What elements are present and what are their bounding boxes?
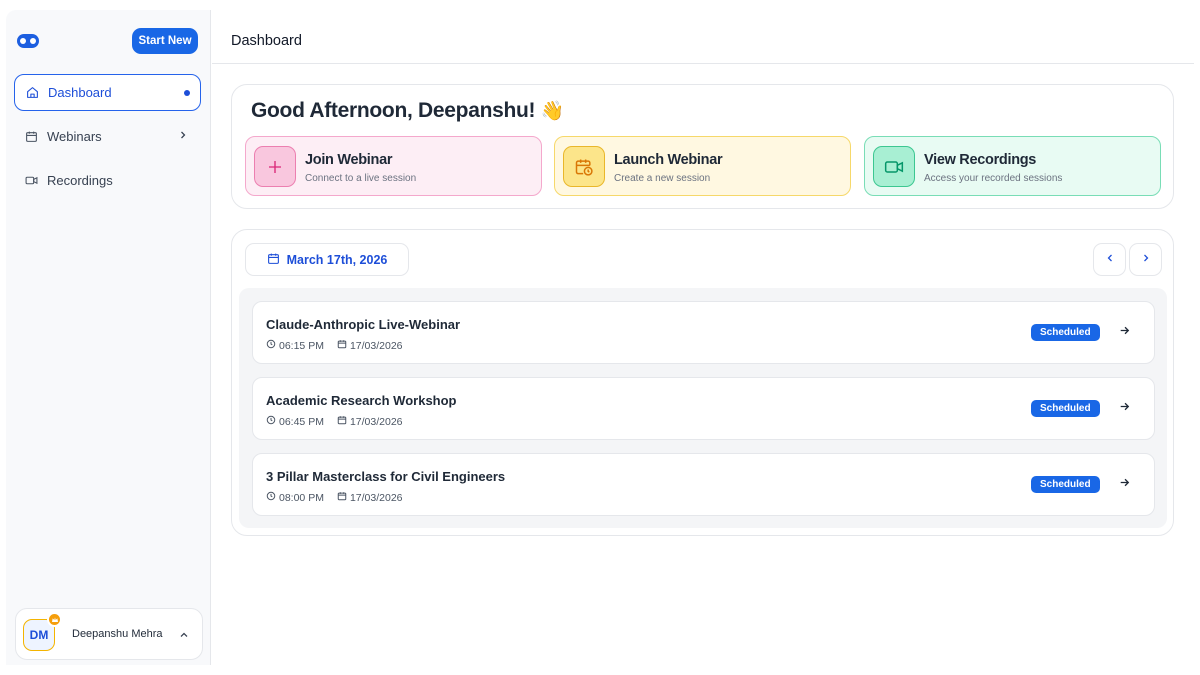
chevron-right-icon [177,129,189,144]
action-title: View Recordings [924,152,1037,168]
plus-icon [254,146,296,187]
sidebar-item-label: Recordings [47,173,113,188]
date-picker-button[interactable]: March 17th, 2026 [245,243,409,276]
user-name: Deepanshu Mehra [72,628,163,640]
launch-webinar-card[interactable]: Launch Webinar Create a new session [554,136,851,196]
action-subtitle: Access your recorded sessions [924,173,1063,184]
arrow-right-icon[interactable] [1118,400,1131,418]
chevron-right-icon [1140,251,1152,269]
sidebar-item-webinars[interactable]: Webinars [14,118,201,155]
sidebar-item-label: Webinars [47,129,102,144]
join-webinar-card[interactable]: Join Webinar Connect to a live session [245,136,542,196]
session-list: Claude-Anthropic Live-Webinar 06:15 PM 1… [239,288,1167,528]
session-meta: 08:00 PM 17/03/2026 [266,491,416,504]
clock-icon [266,415,279,428]
top-header: Dashboard [212,10,1194,64]
home-icon [25,86,39,100]
session-title: Academic Research Workshop [266,393,457,408]
list-item[interactable]: Academic Research Workshop 06:45 PM 17/0… [252,377,1155,440]
status-badge: Scheduled [1031,476,1100,493]
greeting-text: Good Afternoon, Deepanshu! [251,99,536,122]
session-title: Claude-Anthropic Live-Webinar [266,317,461,332]
greeting-heading: Good Afternoon, Deepanshu! 👋 [251,99,564,123]
previous-day-button[interactable] [1093,243,1126,276]
session-meta: 06:15 PM 17/03/2026 [266,339,416,352]
date-label: March 17th, 2026 [286,252,388,267]
calendar-icon [337,415,350,428]
sidebar-nav: Dashboard Webinars Recordings [14,74,201,206]
waving-hand-icon: 👋 [540,101,565,122]
clock-icon [266,339,279,352]
list-item[interactable]: 3 Pillar Masterclass for Civil Engineers… [252,453,1155,516]
status-badge: Scheduled [1031,400,1100,417]
start-new-button[interactable]: Start New [132,28,198,54]
greeting-card: Good Afternoon, Deepanshu! 👋 Join Webina… [231,84,1174,209]
session-time: 08:00 PM [279,491,324,504]
session-title: 3 Pillar Masterclass for Civil Engineers [266,469,506,484]
session-time: 06:45 PM [279,415,324,428]
arrow-right-icon[interactable] [1118,476,1131,494]
session-date: 17/03/2026 [349,339,403,352]
session-date: 17/03/2026 [349,491,403,504]
calendar-icon [24,130,38,144]
sidebar-item-recordings[interactable]: Recordings [14,162,201,199]
sidebar: Start New Dashboard Webinars Recordings [6,10,211,665]
clock-icon [266,491,279,504]
calendar-clock-icon [563,146,605,187]
calendar-icon [337,339,350,352]
active-indicator-dot [184,90,190,96]
video-icon [24,174,38,188]
chevron-up-icon[interactable] [178,628,190,646]
sidebar-item-dashboard[interactable]: Dashboard [14,74,201,111]
session-date: 17/03/2026 [349,415,403,428]
page-title: Dashboard [231,33,302,49]
list-item[interactable]: Claude-Anthropic Live-Webinar 06:15 PM 1… [252,301,1155,364]
status-badge: Scheduled [1031,324,1100,341]
view-recordings-card[interactable]: View Recordings Access your recorded ses… [864,136,1161,196]
user-profile-card[interactable]: DM Deepanshu Mehra [15,608,203,660]
calendar-icon [337,491,350,504]
action-subtitle: Connect to a live session [305,173,417,184]
sessions-card: March 17th, 2026 Claude-Anthropic Live-W… [231,229,1174,536]
session-time: 06:15 PM [279,339,324,352]
action-title: Join Webinar [305,152,393,168]
video-icon [873,146,915,187]
session-meta: 06:45 PM 17/03/2026 [266,415,416,428]
sidebar-item-label: Dashboard [48,85,112,100]
chevron-left-icon [1104,251,1116,269]
crown-icon [47,612,62,627]
arrow-right-icon[interactable] [1118,324,1131,342]
app-logo-icon[interactable] [17,34,39,48]
action-title: Launch Webinar [614,152,723,168]
action-subtitle: Create a new session [614,173,711,184]
next-day-button[interactable] [1129,243,1162,276]
calendar-icon [267,252,280,268]
